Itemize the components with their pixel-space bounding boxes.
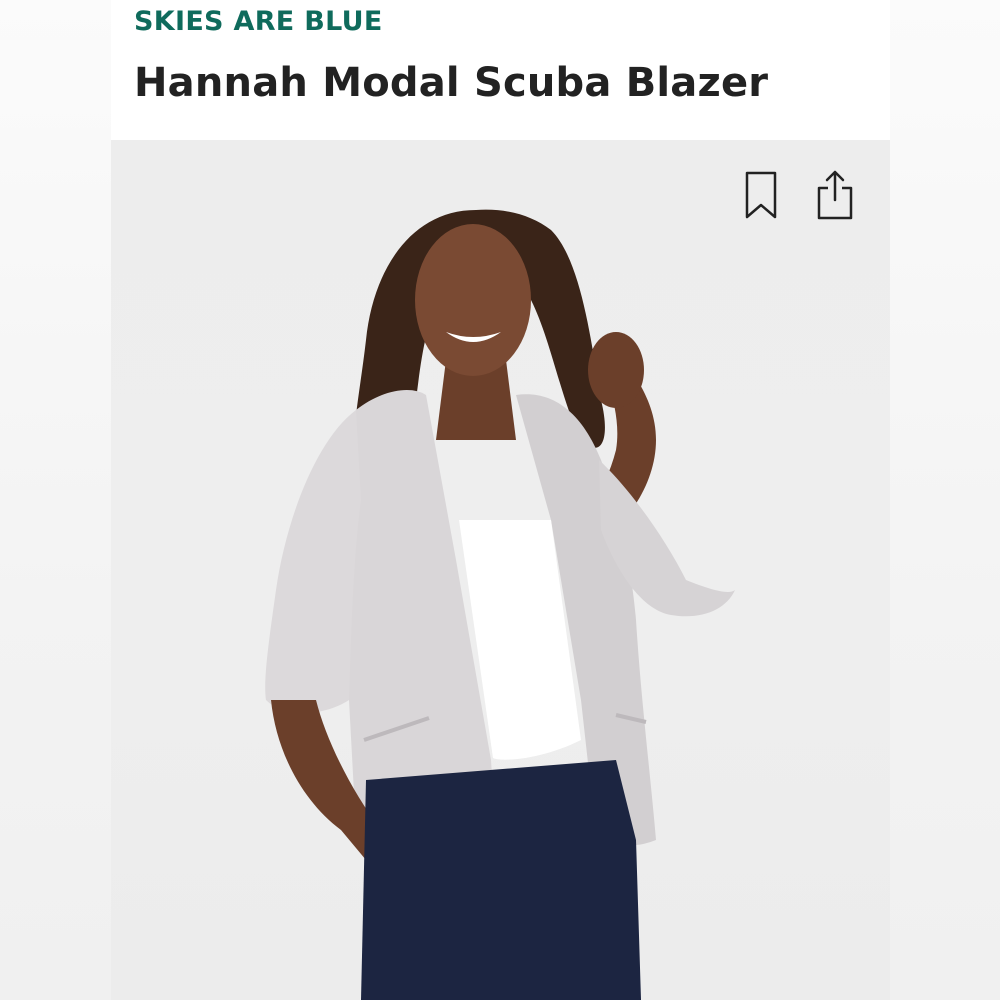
bookmark-icon (745, 171, 777, 219)
raised-hand (588, 332, 644, 408)
brand-name[interactable]: SKIES ARE BLUE (134, 6, 383, 37)
left-sleeve (265, 410, 361, 714)
model-figure (265, 209, 735, 1000)
product-photo[interactable] (111, 140, 890, 1000)
listing-header: SKIES ARE BLUE Hannah Modal Scuba Blazer (111, 0, 890, 140)
listing-card: SKIES ARE BLUE Hannah Modal Scuba Blazer (111, 0, 890, 1000)
background-blur-left (0, 0, 111, 1000)
bookmark-button[interactable] (739, 168, 783, 222)
background-blur-right (890, 0, 1000, 1000)
share-button[interactable] (813, 168, 857, 222)
face (415, 224, 531, 376)
pants (361, 760, 641, 1000)
product-title: Hannah Modal Scuba Blazer (134, 60, 769, 106)
share-icon (817, 170, 853, 220)
